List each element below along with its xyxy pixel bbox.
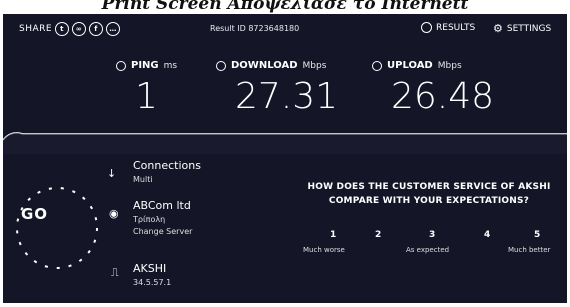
upload-unit: Mbps	[437, 60, 462, 71]
top-bar: SHARE t ∞ f … Result ID 8723648180 RESUL…	[3, 14, 567, 44]
speedtest-window: SHARE t ∞ f … Result ID 8723648180 RESUL…	[3, 14, 567, 303]
provider-icon: ◉	[109, 207, 119, 220]
survey-option-1[interactable]: 1	[330, 230, 336, 240]
upload-icon	[372, 60, 382, 71]
download-icon	[216, 60, 226, 71]
connections-icon: ↓	[107, 167, 117, 180]
go-button[interactable]: GO	[21, 205, 48, 223]
results-button[interactable]: RESULTS	[421, 22, 475, 33]
twitter-icon[interactable]: t	[55, 22, 70, 36]
connections-block: Connections Multi	[133, 159, 201, 184]
host-block: AKSHI 34.5.57.1	[133, 262, 171, 287]
go-ring[interactable]	[11, 182, 103, 274]
speed-graph-fill	[3, 132, 567, 154]
ping-unit: ms	[163, 60, 178, 71]
survey-question: HOW DOES THE CUSTOMER SERVICE OF AKSHI C…	[307, 182, 551, 206]
survey-option-3[interactable]: 3	[429, 230, 435, 240]
upload-label-group: UPLOAD Mbps	[372, 60, 462, 71]
gear-icon: ⚙	[493, 22, 503, 35]
page-caption: Print Screen Αποψελίασε το Internett	[101, 0, 469, 14]
provider-block: ABCom ltd Τρίπολη Change Server	[133, 199, 192, 236]
survey-mid-label: As expected	[406, 246, 450, 254]
host-title: AKSHI	[133, 262, 167, 275]
connections-title: Connections	[133, 159, 201, 172]
download-label: DOWNLOAD	[231, 60, 298, 71]
download-label-group: DOWNLOAD Mbps	[216, 60, 326, 71]
survey-low-label: Much worse	[303, 246, 345, 254]
share-label: SHARE	[19, 24, 53, 34]
go-ring-dots	[16, 187, 98, 269]
upload-label: UPLOAD	[387, 60, 433, 71]
host-icon: ⎍	[111, 266, 119, 279]
survey-option-2[interactable]: 2	[375, 230, 381, 240]
survey-option-5[interactable]: 5	[534, 230, 540, 240]
change-server-link[interactable]: Change Server	[133, 227, 192, 236]
ping-label-group: PING ms	[116, 60, 177, 71]
provider-title: ABCom ltd	[133, 199, 191, 212]
connections-mode[interactable]: Multi	[133, 175, 201, 184]
provider-location: Τρίπολη	[133, 215, 166, 224]
results-label: RESULTS	[436, 22, 476, 33]
facebook-icon[interactable]: f	[89, 22, 104, 36]
settings-button[interactable]: ⚙ SETTINGS	[493, 22, 551, 35]
survey-high-label: Much better	[508, 246, 551, 254]
survey-option-4[interactable]: 4	[484, 230, 490, 240]
settings-label: SETTINGS	[506, 23, 552, 34]
ping-label: PING	[131, 60, 159, 71]
upload-value: 26.48	[391, 76, 495, 117]
download-unit: Mbps	[302, 60, 327, 71]
ping-value: 1	[135, 76, 158, 117]
results-icon	[421, 22, 432, 33]
speed-graph	[3, 132, 567, 154]
host-ip: 34.5.57.1	[133, 278, 172, 287]
link-icon[interactable]: ∞	[72, 22, 87, 36]
download-value: 27.31	[235, 76, 339, 117]
share-section: SHARE t ∞ f …	[19, 22, 121, 36]
ping-icon	[116, 60, 126, 71]
result-id: Result ID 8723648180	[210, 24, 300, 33]
more-icon[interactable]: …	[106, 22, 121, 36]
